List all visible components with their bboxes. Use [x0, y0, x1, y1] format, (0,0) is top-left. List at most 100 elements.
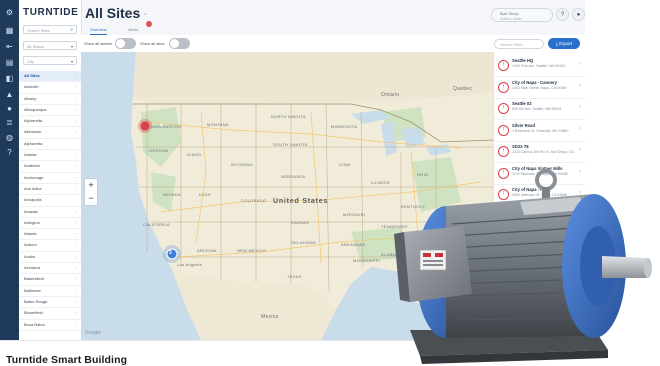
- city-list-item[interactable]: Arlington ›: [19, 218, 81, 230]
- grid-icon[interactable]: ▦: [5, 26, 14, 35]
- settings-icon[interactable]: ⚙: [5, 8, 14, 17]
- tab-overview[interactable]: Overview: [90, 27, 107, 35]
- city-list-item[interactable]: Allentown ›: [19, 127, 81, 139]
- place-label: NORTH DAKOTA: [271, 114, 307, 119]
- city-list-item[interactable]: Bakersfield ›: [19, 274, 81, 286]
- place-label: WYOMING: [231, 162, 254, 167]
- user-icon[interactable]: ◍: [5, 133, 14, 142]
- zoom-in-button[interactable]: +: [85, 179, 97, 192]
- chevron-right-icon: ›: [75, 197, 77, 203]
- layers-icon[interactable]: ◧: [5, 74, 14, 83]
- city-list-item[interactable]: Ann Arbor ›: [19, 184, 81, 196]
- place-label: OREGON: [149, 148, 169, 153]
- chevron-right-icon: ›: [579, 61, 581, 67]
- export-button[interactable]: ⤓ Export: [548, 38, 580, 49]
- zoom-out-button[interactable]: −: [85, 192, 97, 205]
- place-label: UTAH: [199, 192, 211, 197]
- map-provider-logo: Google: [85, 330, 102, 336]
- state-filter-select[interactable]: All States ▾: [23, 41, 77, 50]
- city-list-item[interactable]: Atlanta ›: [19, 229, 81, 241]
- city-list-item[interactable]: Auburn ›: [19, 240, 81, 252]
- chevron-right-icon: ›: [75, 140, 77, 146]
- city-list-item[interactable]: Alpharetta ›: [19, 139, 81, 151]
- help-button[interactable]: ?: [556, 8, 569, 21]
- chevron-right-icon: ›: [75, 321, 77, 327]
- canada-land: [133, 52, 493, 104]
- city-name: Bloomfield: [24, 310, 43, 316]
- marker-count-socal: 3: [169, 250, 173, 256]
- city-list-item[interactable]: Annapolis ›: [19, 195, 81, 207]
- chevron-right-icon: ›: [75, 298, 77, 304]
- city-list-item[interactable]: Anchorage ›: [19, 173, 81, 184]
- city-list-item[interactable]: Austin ›: [19, 252, 81, 264]
- city-list-item[interactable]: Albuquerque ›: [19, 105, 81, 117]
- city-list-item[interactable]: Aventura ›: [19, 263, 81, 275]
- show-all-alarms-toggle[interactable]: [115, 38, 136, 49]
- site-search-input[interactable]: Search Sites: [494, 39, 544, 49]
- toggle-knob: [170, 39, 179, 48]
- site-address: 800 5th Ave, Seattle, WA 98104: [512, 107, 562, 111]
- help-icon[interactable]: ?: [5, 148, 14, 157]
- user-role: Admin, User: [500, 16, 523, 21]
- chevron-right-icon: ›: [75, 118, 77, 124]
- chevron-right-icon: ›: [75, 152, 77, 158]
- chevron-right-icon: ›: [75, 163, 77, 169]
- caption-title: Turntide Smart Building: [6, 354, 128, 366]
- chart-icon[interactable]: ▤: [5, 58, 14, 67]
- site-address: 4 Research Ct, Rockville, MD 20850: [512, 128, 569, 133]
- city-name: Ann Arbor: [24, 185, 42, 191]
- city-list-item[interactable]: All Sites ›: [19, 71, 81, 83]
- title-chevron-icon[interactable]: ⌄: [143, 10, 148, 17]
- city-list-item[interactable]: Baton Rouge ›: [19, 297, 81, 309]
- city-list-item[interactable]: Boca Raton ›: [19, 320, 81, 331]
- site-list-item[interactable]: ! Seattle HQ 1400 First Ave, Seattle, WA 9…: [494, 55, 585, 77]
- alarm-icon: !: [498, 146, 509, 157]
- city-filter-value: City: [27, 59, 34, 64]
- nav-rail: ⚙ ▦ ⇤ ▤ ◧ ▲ ● ≣ ◍ ?: [0, 0, 19, 340]
- tab-alerts[interactable]: Alerts: [128, 27, 138, 32]
- city-list-item[interactable]: Arcadia ›: [19, 207, 81, 218]
- city-name: Arcadia: [24, 208, 38, 214]
- city-list-item[interactable]: Baltimore ›: [19, 286, 81, 297]
- lifting-eye: [535, 169, 557, 199]
- notifications-button[interactable]: ●: [572, 8, 585, 21]
- chevron-down-icon: ▾: [70, 44, 73, 49]
- city-list-item[interactable]: Bloomfield ›: [19, 308, 81, 320]
- place-label: NEBRASKA: [281, 174, 306, 179]
- city-name: Albuquerque: [24, 106, 47, 112]
- alarm-icon: !: [498, 81, 509, 93]
- user-menu[interactable]: Bob Olsep Admin, User: [491, 8, 553, 22]
- city-list-item[interactable]: Acworth ›: [19, 82, 81, 94]
- city-name: Alpharetta: [24, 118, 43, 124]
- site-list-item[interactable]: ! Silver Road 4 Research Ct, Rockville, MD…: [494, 120, 585, 142]
- site-address: 1003 Main Street, Napa, CA 94559: [512, 85, 567, 90]
- city-list-item[interactable]: Alpharetta ›: [19, 116, 81, 128]
- city-list-item[interactable]: Atlanta ›: [19, 150, 81, 162]
- site-list-item[interactable]: ! Seattle 02 800 5th Ave, Seattle, WA 9810…: [494, 98, 585, 120]
- map-marker-seattle[interactable]: [138, 119, 152, 133]
- city-name: Alpharetta: [24, 140, 43, 146]
- chevron-right-icon: ›: [579, 125, 581, 132]
- city-name: Acworth: [24, 84, 39, 90]
- chevron-right-icon: ›: [579, 104, 581, 110]
- site-list-item[interactable]: ! City of Napa - Cannery 1003 Main Street,…: [494, 77, 585, 99]
- city-list-item[interactable]: Anaheim ›: [19, 161, 81, 173]
- chevron-right-icon: ›: [75, 174, 77, 180]
- zoom-control: + −: [84, 178, 98, 206]
- map-toolbar: Show all alarms Show all sites Search Si…: [81, 35, 585, 53]
- motor-shaft: [602, 256, 648, 278]
- city-name: Boca Raton: [24, 321, 45, 327]
- page-title: All Sites: [85, 5, 141, 21]
- bell-icon[interactable]: ▲: [5, 90, 14, 99]
- sidebar-search-input[interactable]: Search Sites ⌕: [23, 25, 77, 34]
- chevron-right-icon: ›: [75, 185, 77, 191]
- pin-icon[interactable]: ●: [5, 104, 14, 113]
- show-all-sites-toggle[interactable]: [169, 38, 190, 49]
- city-list-item[interactable]: Albany ›: [19, 94, 81, 105]
- city-filter-select[interactable]: City ▾: [23, 56, 77, 65]
- arrows-icon[interactable]: ⇤: [5, 42, 14, 51]
- city-name: Albany: [24, 95, 37, 101]
- chevron-right-icon: ›: [75, 73, 77, 78]
- terminal-box: [394, 226, 472, 302]
- list-icon[interactable]: ≣: [5, 118, 14, 127]
